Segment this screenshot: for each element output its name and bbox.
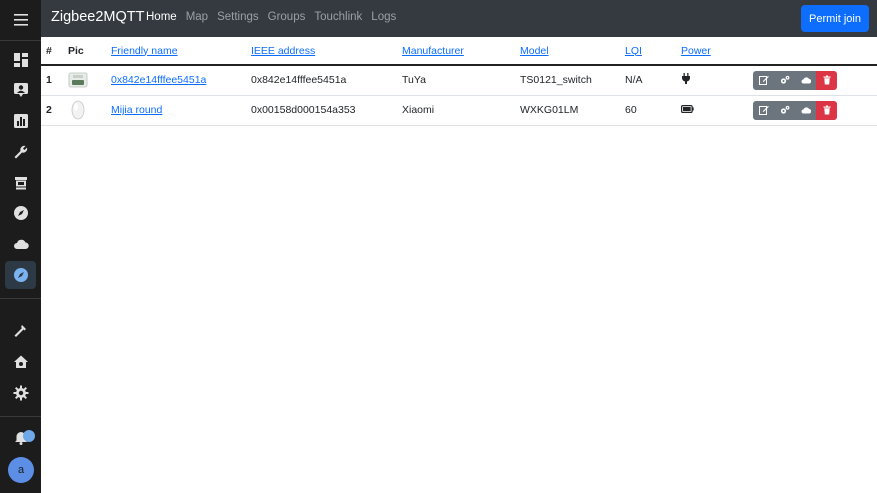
- sidebar-divider: [0, 40, 41, 41]
- gear-icon[interactable]: [5, 379, 36, 407]
- header-pic: Pic: [68, 37, 111, 66]
- configure-button[interactable]: [774, 100, 795, 120]
- person-card-icon[interactable]: [5, 76, 36, 104]
- app-root: a Zigbee2MQTT Home Map Settings Groups T…: [0, 0, 877, 493]
- trash-icon: [823, 75, 830, 85]
- edit-icon: [758, 106, 769, 115]
- avatar[interactable]: a: [8, 457, 34, 483]
- chart-icon[interactable]: [5, 107, 36, 135]
- home-gear-icon[interactable]: [5, 348, 36, 376]
- nav-logs[interactable]: Logs: [371, 11, 396, 23]
- header-ieee[interactable]: IEEE address: [251, 45, 315, 57]
- wrench-icon[interactable]: [5, 138, 36, 166]
- row-num: 2: [41, 95, 68, 126]
- actions-cell: [753, 65, 877, 96]
- header-model[interactable]: Model: [520, 45, 549, 57]
- header-actions: [753, 37, 877, 66]
- remove-button[interactable]: [816, 100, 837, 120]
- trash-icon: [823, 105, 830, 115]
- configure-button[interactable]: [774, 70, 795, 90]
- power-cell: [681, 95, 753, 126]
- nav-map[interactable]: Map: [186, 11, 208, 23]
- button-device-image: [68, 100, 88, 120]
- cloud-icon[interactable]: [5, 230, 36, 258]
- top-navbar: Zigbee2MQTT Home Map Settings Groups Tou…: [41, 0, 877, 37]
- devices-table-wrap: # Pic Friendly name IEEE address Manufac…: [41, 37, 877, 126]
- nav-touchlink[interactable]: Touchlink: [314, 11, 362, 23]
- rename-button[interactable]: [753, 70, 774, 90]
- device-lqi: 60: [625, 95, 681, 126]
- permit-join-button[interactable]: Permit join: [801, 5, 869, 32]
- power-cell: [681, 65, 753, 96]
- edit-icon: [758, 76, 769, 86]
- battery-icon: [681, 105, 694, 114]
- actions-cell: [753, 95, 877, 126]
- device-action-group: [753, 100, 877, 120]
- device-manufacturer: Xiaomi: [402, 95, 520, 126]
- zigbee-compass-icon[interactable]: [5, 261, 36, 289]
- device-pic-cell: [68, 65, 111, 96]
- cloud-icon: [801, 107, 811, 114]
- device-model: WXKG01LM: [520, 95, 625, 126]
- row-num: 1: [41, 65, 68, 96]
- header-manufacturer[interactable]: Manufacturer: [402, 45, 464, 57]
- header-lqi[interactable]: LQI: [625, 45, 642, 57]
- hacs-icon[interactable]: [5, 169, 36, 197]
- device-manufacturer: TuYa: [402, 65, 520, 96]
- device-friendly-name-link[interactable]: Mijia round: [111, 104, 162, 116]
- nav-settings[interactable]: Settings: [217, 11, 259, 23]
- device-model: TS0121_switch: [520, 65, 625, 96]
- nav-links: Home Map Settings Groups Touchlink Logs: [146, 11, 405, 23]
- cogs-icon: [780, 105, 789, 114]
- table-row: 2 Mijia round 0x00158d000154a353 Xiaomi …: [41, 95, 877, 126]
- header-friendly-name[interactable]: Friendly name: [111, 45, 178, 57]
- device-pic-cell: [68, 95, 111, 126]
- nav-home[interactable]: Home: [146, 11, 177, 23]
- brand-title[interactable]: Zigbee2MQTT: [51, 9, 144, 25]
- table-header-row: # Pic Friendly name IEEE address Manufac…: [41, 37, 877, 66]
- ota-button[interactable]: [795, 100, 816, 120]
- device-ieee: 0x842e14fffee5451a: [251, 65, 402, 96]
- notification-badge: [23, 430, 35, 442]
- cogs-icon: [780, 76, 789, 84]
- plug-icon: [682, 73, 690, 85]
- sidebar-divider: [0, 416, 41, 417]
- header-num: #: [41, 37, 68, 66]
- device-lqi: N/A: [625, 65, 681, 96]
- menu-icon[interactable]: [0, 0, 41, 40]
- rename-button[interactable]: [753, 100, 774, 120]
- device-friendly-name-link[interactable]: 0x842e14fffee5451a: [111, 74, 206, 86]
- sidebar-divider: [0, 298, 41, 299]
- table-row: 1 0x842e14fffee5451a 0x842e14fffee5451a …: [41, 65, 877, 96]
- header-power[interactable]: Power: [681, 45, 711, 57]
- ha-sidebar: a: [0, 0, 41, 493]
- device-action-group: [753, 70, 877, 90]
- hammer-icon[interactable]: [5, 317, 36, 345]
- device-ieee: 0x00158d000154a353: [251, 95, 402, 126]
- nav-groups[interactable]: Groups: [268, 11, 306, 23]
- cloud-icon: [801, 77, 811, 84]
- ota-button[interactable]: [795, 70, 816, 90]
- dashboard-icon[interactable]: [5, 46, 36, 74]
- remove-button[interactable]: [816, 70, 837, 90]
- devices-table: # Pic Friendly name IEEE address Manufac…: [41, 37, 877, 126]
- compass-icon[interactable]: [5, 199, 36, 227]
- smart-plug-image: [68, 70, 88, 90]
